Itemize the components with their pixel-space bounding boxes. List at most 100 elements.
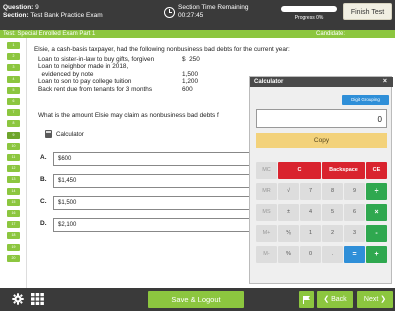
question-nav-item[interactable]: 17: [7, 221, 20, 229]
question-navigator: 1 2 3 4 5 6 7 8 9 10 11 12 13 14 15 16 17 18 19 20: [0, 38, 27, 288]
mem-add-key[interactable]: M+: [256, 225, 277, 242]
question-nav-item[interactable]: 19: [7, 243, 20, 251]
grid-icon[interactable]: [31, 293, 44, 305]
digit-9-key[interactable]: 9: [344, 183, 365, 200]
question-nav-item[interactable]: 3: [7, 64, 20, 72]
question-nav-item[interactable]: 7: [7, 109, 20, 117]
answer-choice[interactable]: C. $1,500: [40, 196, 260, 210]
question-nav-item[interactable]: 13: [7, 176, 20, 184]
calculator-display: 0: [256, 109, 387, 128]
digit-3-key[interactable]: 3: [344, 225, 365, 242]
question-nav-item[interactable]: 10: [7, 142, 20, 150]
sign-key[interactable]: ±: [278, 204, 299, 221]
loan-label: Back rent due from tenants for 3 months: [38, 85, 153, 93]
percent-key[interactable]: %: [278, 246, 299, 263]
clear-key[interactable]: C: [278, 162, 321, 179]
gear-icon[interactable]: [12, 293, 24, 305]
timer-value: 00:27:45: [178, 12, 204, 19]
close-icon[interactable]: ×: [383, 77, 387, 87]
question-nav-item[interactable]: 20: [7, 254, 20, 262]
question-nav-item[interactable]: 16: [7, 210, 20, 217]
loan-label: Loan to sister-in-law to buy gifts, forg…: [38, 55, 155, 63]
digit-4-key[interactable]: 4: [300, 204, 321, 221]
calculator-icon: [45, 130, 52, 138]
save-logout-button[interactable]: Save & Logout: [148, 291, 244, 308]
question-label: Question:: [3, 4, 34, 11]
finish-test-button[interactable]: Finish Test: [343, 3, 392, 20]
divide-key[interactable]: ÷: [366, 183, 387, 200]
equals-key[interactable]: =: [344, 246, 365, 263]
question-nav-item[interactable]: 2: [7, 53, 20, 61]
sqrt-key[interactable]: √: [278, 183, 299, 200]
question-nav-item[interactable]: 12: [7, 165, 20, 173]
choice-text[interactable]: $2,100: [53, 218, 253, 232]
question-nav-item[interactable]: 1: [7, 42, 20, 49]
loan-amount: $ 250: [182, 55, 200, 63]
choice-text[interactable]: $1,450: [53, 174, 253, 188]
answer-choice[interactable]: B. $1,450: [40, 174, 260, 188]
digit-5-key[interactable]: 5: [322, 204, 343, 221]
loan-row: Loan to neighbor made in 2018,: [34, 63, 394, 71]
flag-button[interactable]: [299, 291, 314, 308]
digit-0-key[interactable]: 0: [300, 246, 321, 263]
multiply-key[interactable]: ×: [366, 204, 387, 221]
plus-key[interactable]: +: [366, 246, 387, 263]
calculator-titlebar[interactable]: Calculator: [250, 77, 393, 87]
mem-recall-key[interactable]: MR: [256, 183, 277, 200]
choice-text[interactable]: $1,500: [53, 196, 253, 210]
digit-7-key[interactable]: 7: [300, 183, 321, 200]
answer-choice[interactable]: D. $2,100: [40, 218, 260, 232]
question-nav-item[interactable]: 6: [7, 98, 20, 105]
choice-letter: D.: [40, 220, 47, 227]
backspace-key[interactable]: Backspace: [322, 162, 365, 179]
loan-amount: 1,200: [182, 78, 198, 86]
calculator-panel: Calculator × Digit Grouping 0 Copy MC C Ba…: [249, 76, 393, 284]
mem-clear-key[interactable]: MC: [256, 162, 277, 179]
loan-row: Loan to sister-in-law to buy gifts, forg…: [34, 56, 394, 64]
minus-key[interactable]: -: [366, 225, 387, 242]
question-nav-item[interactable]: 14: [7, 187, 20, 195]
back-button[interactable]: ❮ Back: [317, 291, 353, 308]
choice-text[interactable]: $600: [53, 152, 253, 166]
question-nav-item[interactable]: 18: [7, 232, 20, 240]
mem-store-key[interactable]: MS: [256, 204, 277, 221]
answer-choice[interactable]: A. $600: [40, 152, 260, 166]
loan-amount: 600: [182, 85, 193, 93]
question-nav-item[interactable]: 5: [7, 86, 20, 94]
copy-button[interactable]: Copy: [256, 133, 387, 148]
digit-1-key[interactable]: 1: [300, 225, 321, 242]
decimal-key[interactable]: .: [322, 246, 343, 263]
clock-icon: [164, 6, 175, 18]
loan-amount: 1,500: [182, 70, 198, 78]
digit-grouping-button[interactable]: Digit Grouping: [342, 95, 389, 105]
candidate-label: Candidate:: [316, 31, 346, 37]
question-prompt: What is the amount Elsie may claim as no…: [38, 112, 219, 119]
question-nav-item[interactable]: 15: [7, 198, 20, 206]
test-info-bar: Test: Special Enrolled Exam Part 1 Candi…: [0, 30, 395, 38]
loan-label: evidenced by note: [38, 70, 94, 78]
top-header: Question: 9 Section: Test Bank Practice …: [0, 0, 395, 30]
question-stem: Elsie, a cash-basis taxpayer, had the fo…: [34, 46, 290, 53]
calculator-link-label: Calculator: [56, 130, 84, 138]
reciprocal-key[interactable]: ⅟ₓ: [278, 225, 299, 242]
calculator-link[interactable]: Calculator: [45, 130, 84, 138]
choice-letter: B.: [40, 176, 47, 183]
question-nav-item[interactable]: 11: [7, 154, 20, 161]
section-timer: Section Time Remaining 00:27:45: [164, 4, 248, 20]
question-nav-item[interactable]: 4: [7, 75, 20, 83]
timer-title: Section Time Remaining: [178, 4, 249, 11]
choice-letter: C.: [40, 198, 47, 205]
loan-label: Loan to son to pay college tuition: [38, 78, 132, 86]
digit-2-key[interactable]: 2: [322, 225, 343, 242]
flag-icon: [303, 296, 310, 304]
next-button[interactable]: Next ❯: [357, 291, 393, 308]
test-name: Test: Special Enrolled Exam Part 1: [3, 31, 96, 37]
question-nav-item[interactable]: 8: [7, 120, 20, 128]
bottom-toolbar: Save & Logout ❮ Back Next ❯: [0, 288, 395, 311]
clear-entry-key[interactable]: CE: [366, 162, 387, 179]
question-nav-item[interactable]: 9: [7, 131, 20, 139]
digit-8-key[interactable]: 8: [322, 183, 343, 200]
mem-sub-key[interactable]: M-: [256, 246, 277, 263]
digit-6-key[interactable]: 6: [344, 204, 365, 221]
section-name: Test Bank Practice Exam: [30, 12, 103, 19]
